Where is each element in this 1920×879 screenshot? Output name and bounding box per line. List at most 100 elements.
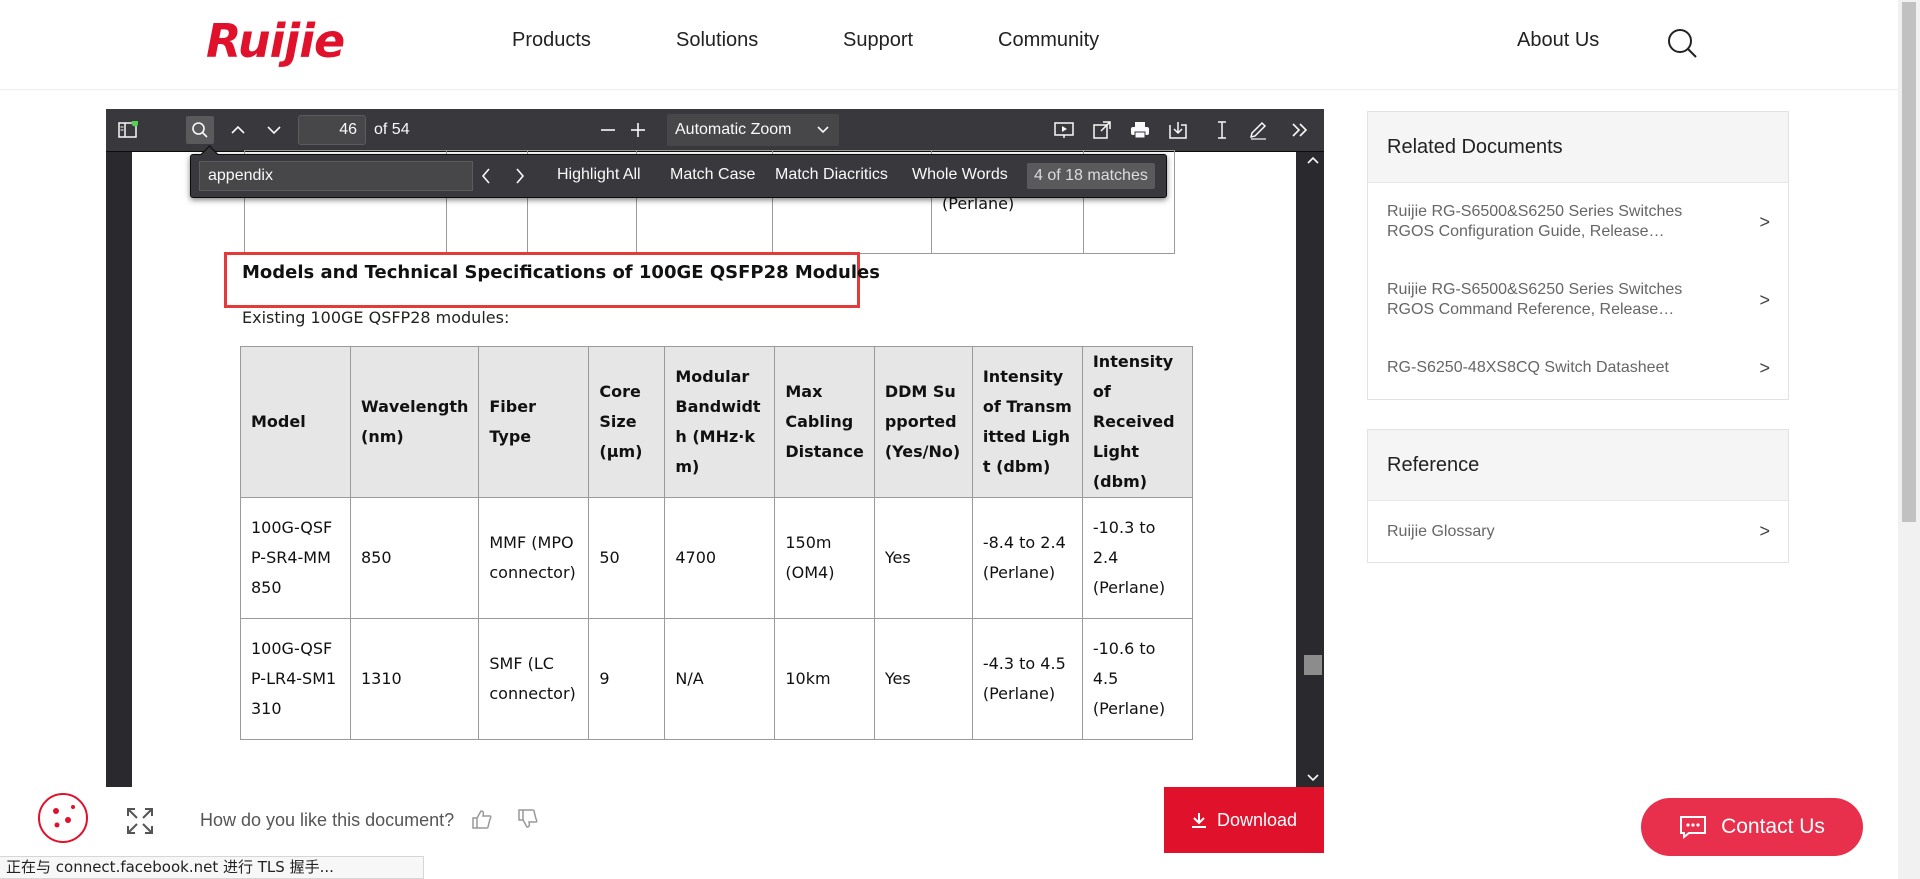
find-next-icon[interactable] [515, 168, 525, 184]
find-input[interactable] [199, 161, 473, 191]
pdf-page: 40G-QSFP-STACK3M Passive QSFP+ 3 28 10.3… [132, 150, 1296, 787]
pen-annotate-icon[interactable] [1244, 116, 1272, 144]
section-heading: Models and Technical Specifications of 1… [242, 262, 880, 283]
page-scrollbar-thumb[interactable] [1902, 2, 1916, 522]
table-header: Core Size (μm) [588, 346, 666, 498]
related-doc-link[interactable]: Ruijie RG-S6500&S6250 Series Switches RG… [1387, 202, 1697, 242]
table-cell: 4700 [664, 497, 776, 619]
related-documents-title: Related Documents [1368, 112, 1788, 183]
previous-page-icon[interactable] [224, 116, 252, 144]
find-bar: Highlight All Match Case Match Diacritic… [190, 154, 1167, 198]
table-row: 100G-QSFP-LR4-SM1310 1310 SMF (LC connec… [240, 618, 1193, 740]
match-diacritics-toggle[interactable]: Match Diacritics [775, 166, 888, 184]
sidebar-toggle-icon[interactable] [114, 116, 142, 144]
page-scrollbar[interactable] [1898, 0, 1920, 879]
table-cell: MMF (MPO connector) [478, 497, 590, 619]
nav-about-us[interactable]: About Us [1517, 29, 1599, 52]
nav-support[interactable]: Support [843, 29, 913, 52]
related-doc-item[interactable]: Ruijie RG-S6500&S6250 Series Switches RG… [1368, 261, 1788, 339]
nav-community[interactable]: Community [998, 29, 1099, 52]
table-header: Intensity of Transmitted Light (dbm) [971, 346, 1083, 498]
thumbs-down-icon[interactable] [518, 809, 538, 829]
chevron-right-icon: > [1759, 211, 1770, 232]
pdf-scrollbar-thumb[interactable] [1304, 655, 1322, 675]
table-cell: SMF (LC connector) [478, 618, 590, 740]
table-row: 100G-QSFP-SR4-MM850 850 MMF (MPO connect… [240, 497, 1193, 619]
text-cursor-icon[interactable] [1208, 116, 1236, 144]
table-cell: -8.4 to 2.4 (Perlane) [971, 497, 1083, 619]
scroll-down-icon[interactable] [1307, 774, 1319, 782]
tools-menu-icon[interactable] [1286, 116, 1314, 144]
cookie-settings-icon[interactable] [38, 793, 88, 843]
table-header: Model [240, 346, 351, 498]
table-cell: 100G-QSFP-SR4-MM850 [240, 497, 351, 619]
spec-table: Model Wavelength (nm) Fiber Type Core Si… [240, 346, 1193, 740]
nav-solutions[interactable]: Solutions [676, 29, 758, 52]
find-icon[interactable] [186, 116, 214, 144]
pdf-toolbar: of 54 Automatic Zoom [106, 109, 1324, 152]
presentation-mode-icon[interactable] [1050, 116, 1078, 144]
table-cell: 850 [349, 497, 480, 619]
open-file-icon[interactable] [1088, 116, 1116, 144]
table-cell: N/A [664, 618, 776, 740]
feedback-bar: How do you like this document? [106, 787, 1324, 853]
highlight-all-toggle[interactable]: Highlight All [557, 166, 641, 184]
chevron-right-icon: > [1759, 521, 1770, 541]
chat-icon [1680, 816, 1707, 839]
zoom-out-icon[interactable] [594, 116, 622, 144]
contact-us-button[interactable]: Contact Us [1641, 798, 1863, 856]
table-header: DDM Supported (Yes/No) [873, 346, 973, 498]
save-icon[interactable] [1164, 116, 1192, 144]
download-icon [1191, 813, 1206, 828]
print-icon[interactable] [1126, 116, 1154, 144]
table-cell: -4.3 to 4.5 (Perlane) [971, 618, 1083, 740]
reference-item[interactable]: Ruijie Glossary > [1368, 501, 1788, 562]
table-header: Fiber Type [478, 346, 590, 498]
table-cell: -10.6 to 4.5 (Perlane) [1081, 618, 1193, 740]
thumbs-up-icon[interactable] [472, 809, 492, 829]
feedback-question: How do you like this document? [200, 810, 455, 830]
pdf-viewer: of 54 Automatic Zoom 40G-QSFP-STACK3M Pa… [106, 109, 1324, 787]
zoom-select[interactable]: Automatic Zoom [667, 114, 839, 146]
related-documents-panel: Related Documents Ruijie RG-S6500&S6250 … [1367, 111, 1789, 400]
table-cell: 50 [588, 497, 666, 619]
page-number-input[interactable] [298, 115, 366, 145]
reference-title: Reference [1368, 430, 1788, 501]
table-header: Wavelength (nm) [349, 346, 480, 498]
reference-link[interactable]: Ruijie Glossary [1387, 523, 1495, 541]
zoom-in-icon[interactable] [624, 116, 652, 144]
related-doc-link[interactable]: RG-S6250-48XS8CQ Switch Datasheet [1387, 359, 1669, 377]
scroll-up-icon[interactable] [1307, 156, 1319, 164]
related-doc-link[interactable]: Ruijie RG-S6500&S6250 Series Switches RG… [1387, 280, 1697, 320]
nav-products[interactable]: Products [512, 29, 591, 52]
browser-status-bar: 正在与 connect.facebook.net 进行 TLS 握手... [0, 856, 424, 879]
table-header: Intensity of Received Light (dbm) [1081, 346, 1193, 498]
fullscreen-icon[interactable] [127, 808, 153, 834]
ruijie-logo[interactable]: Ruijie [206, 14, 345, 68]
zoom-select-value: Automatic Zoom [675, 121, 792, 138]
table-header: Modular Bandwidth (MHz·km) [664, 346, 776, 498]
contact-us-label: Contact Us [1721, 815, 1825, 838]
related-doc-item[interactable]: RG-S6250-48XS8CQ Switch Datasheet > [1368, 339, 1788, 397]
chevron-right-icon: > [1759, 357, 1770, 378]
table-cell: 10km [774, 618, 875, 740]
whole-words-toggle[interactable]: Whole Words [912, 166, 1008, 184]
table-cell: 9 [588, 618, 666, 740]
page-count-label: of 54 [374, 121, 410, 138]
pdf-scrollbar[interactable] [1302, 152, 1324, 787]
download-button[interactable]: Download [1164, 787, 1324, 853]
section-intro: Existing 100GE QSFP28 modules: [242, 308, 510, 327]
pdf-canvas[interactable]: 40G-QSFP-STACK3M Passive QSFP+ 3 28 10.3… [106, 150, 1324, 787]
site-header: Ruijie Products Solutions Support Commun… [0, 0, 1898, 90]
match-case-toggle[interactable]: Match Case [670, 166, 755, 184]
chevron-down-icon [817, 114, 829, 146]
table-cell: 1310 [349, 618, 480, 740]
find-previous-icon[interactable] [481, 168, 491, 184]
table-cell: 100G-QSFP-LR4-SM1310 [240, 618, 351, 740]
search-icon[interactable] [1666, 27, 1698, 59]
related-doc-item[interactable]: Ruijie RG-S6500&S6250 Series Switches RG… [1368, 183, 1788, 261]
download-label: Download [1216, 809, 1298, 830]
table-cell: Yes [873, 497, 973, 619]
next-page-icon[interactable] [260, 116, 288, 144]
chevron-right-icon: > [1759, 289, 1770, 310]
